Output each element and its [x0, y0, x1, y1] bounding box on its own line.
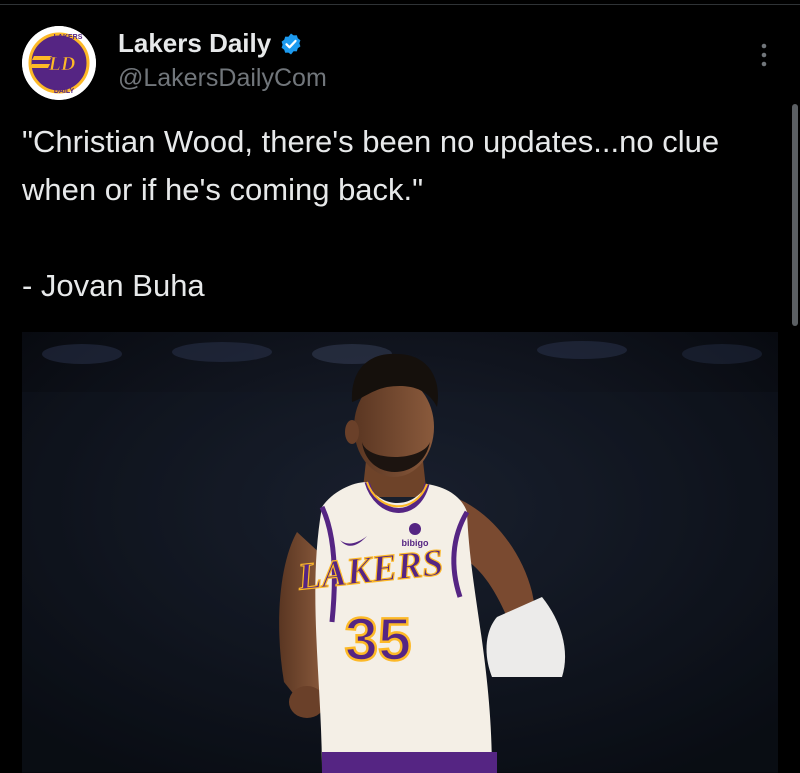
more-vertical-icon[interactable] [752, 40, 776, 70]
tweet-text: "Christian Wood, there's been no updates… [22, 124, 720, 303]
tweet-media-image[interactable]: bibigo LAKERS 35 [22, 332, 778, 773]
avatar[interactable]: LD LAKERS DAILY [22, 26, 96, 100]
verified-badge-icon [281, 33, 301, 54]
avatar-logo-text: LD [48, 53, 76, 75]
lakers-daily-logo: LD LAKERS DAILY [22, 26, 96, 100]
avatar-ring-top: LAKERS [54, 34, 83, 41]
name-row[interactable]: Lakers Daily [118, 28, 303, 59]
scrollbar[interactable] [792, 104, 798, 326]
top-divider [0, 4, 800, 5]
jersey-number: 35 [345, 606, 412, 673]
player-photo: bibigo LAKERS 35 [22, 332, 778, 773]
display-name[interactable]: Lakers Daily [118, 28, 271, 59]
account-handle[interactable]: @LakersDailyCom [118, 64, 327, 93]
avatar-ring-bottom: DAILY [54, 88, 75, 95]
